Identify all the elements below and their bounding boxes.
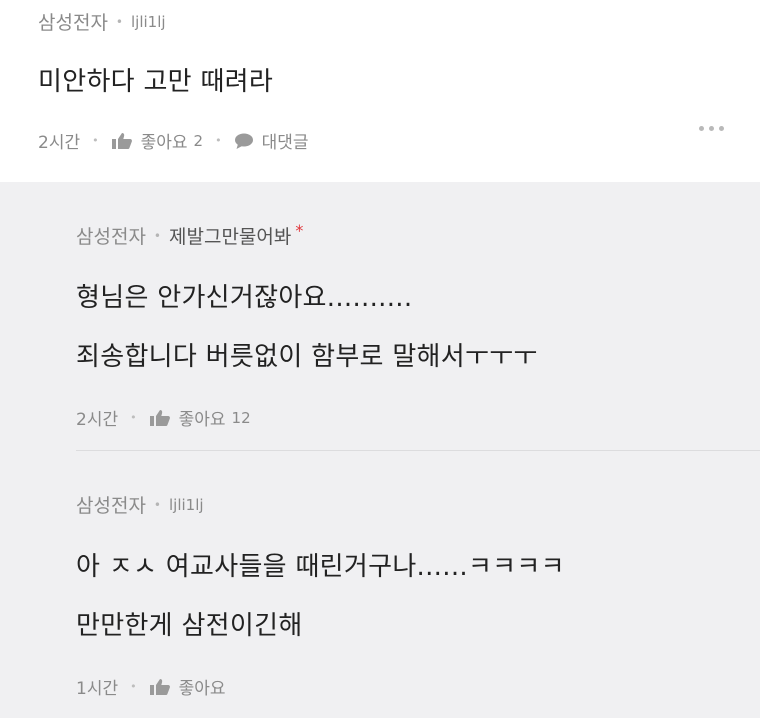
- thumbs-up-icon: [149, 409, 171, 427]
- like-label: 좋아요: [178, 410, 226, 430]
- more-dots-icon: [719, 126, 724, 131]
- comment-text: 미안하다 고만 때려라: [38, 67, 274, 97]
- like-label: 좋아요: [140, 133, 188, 153]
- reply-time: 2시간: [76, 410, 119, 430]
- action-separator: •: [130, 411, 137, 424]
- reply-time: 1시간: [76, 679, 119, 699]
- meta-separator: •: [115, 14, 123, 29]
- reply-text-line: 아 ㅈㅅ 여교사들을 때린거구나......ㅋㅋㅋㅋ: [76, 552, 565, 582]
- reply-text-line: 만만한게 삼전이긴해: [76, 611, 303, 641]
- action-separator: •: [215, 134, 222, 147]
- comment-actions: 2시간 • 좋아요 2 • 대댓글: [38, 128, 760, 154]
- reply-text-line: 형님은 안가신거잖아요..........: [76, 283, 413, 313]
- comment: 삼성전자 • ljli1lj 미안하다 고만 때려라 2시간 • 좋아요 2 •…: [0, 0, 760, 182]
- like-label: 좋아요: [178, 679, 226, 699]
- meta-separator: •: [153, 497, 161, 512]
- reply-meta: 삼성전자 • ljli1lj: [76, 491, 760, 518]
- more-options-button[interactable]: [699, 126, 724, 131]
- reply-item: 삼성전자 • ljli1lj 아 ㅈㅅ 여교사들을 때린거구나......ㅋㅋㅋ…: [76, 450, 760, 718]
- like-count: 2: [193, 131, 204, 150]
- author-name[interactable]: 삼성전자: [76, 222, 146, 249]
- author-nickname[interactable]: ljli1lj: [169, 496, 204, 514]
- reply-item: 삼성전자 • 제발그만물어봐 * 형님은 안가신거잖아요.......... 죄…: [0, 182, 760, 450]
- more-dots-icon: [699, 126, 704, 131]
- author-marker: *: [295, 221, 304, 240]
- action-separator: •: [92, 134, 99, 147]
- reply-actions: 1시간 • 좋아요: [76, 674, 760, 699]
- action-separator: •: [130, 680, 137, 693]
- like-button[interactable]: 좋아요: [149, 674, 226, 699]
- thumbs-up-icon: [149, 678, 171, 696]
- reply-actions: 2시간 • 좋아요 12: [76, 405, 760, 431]
- like-button[interactable]: 좋아요 2: [111, 128, 203, 153]
- reply-text-line: 죄송합니다 버릇없이 함부로 말해서ㅜㅜㅜ: [76, 342, 538, 372]
- author-nickname[interactable]: ljli1lj: [131, 13, 166, 31]
- author-name[interactable]: 삼성전자: [76, 491, 146, 518]
- reply-label: 대댓글: [261, 133, 309, 153]
- comment-meta: 삼성전자 • ljli1lj: [38, 8, 760, 35]
- reply-meta: 삼성전자 • 제발그만물어봐 *: [76, 221, 760, 249]
- speech-bubble-icon: [234, 132, 254, 150]
- author-name[interactable]: 삼성전자: [38, 8, 108, 35]
- like-count: 12: [231, 408, 251, 427]
- like-button[interactable]: 좋아요 12: [149, 405, 251, 430]
- author-nickname[interactable]: 제발그만물어봐: [169, 222, 291, 249]
- thumbs-up-icon: [111, 132, 133, 150]
- comment-time: 2시간: [38, 133, 81, 153]
- reply-button[interactable]: 대댓글: [234, 128, 309, 153]
- more-dots-icon: [709, 126, 714, 131]
- meta-separator: •: [153, 228, 161, 243]
